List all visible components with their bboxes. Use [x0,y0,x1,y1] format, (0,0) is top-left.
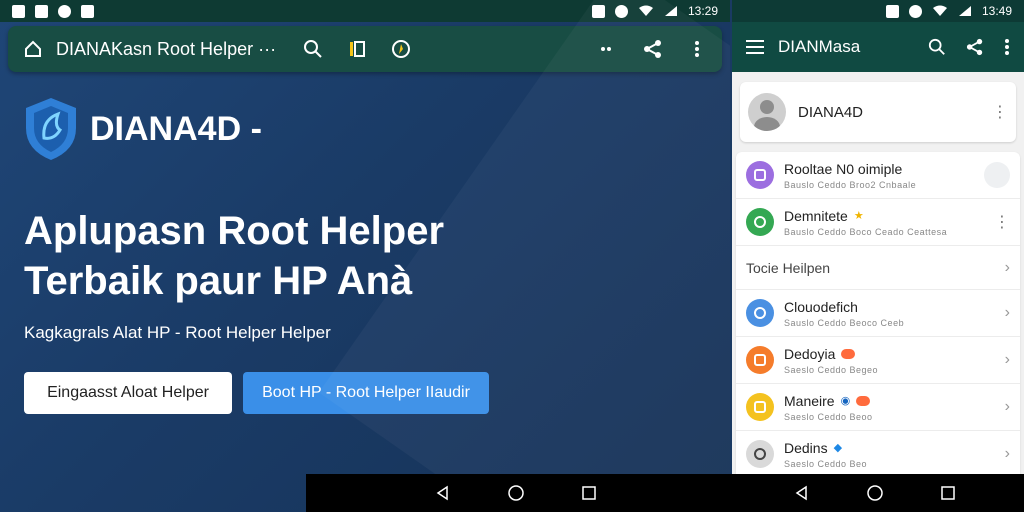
list-item-subtitle: Sauslo Ceddo Beoco Ceeb [784,317,905,328]
list-item[interactable]: Maneire ◉ Saeslo Ceddo Beoo › [736,384,1020,431]
chevron-right-icon: › [1004,258,1010,276]
list-item-subtitle: Saeslo Ceddo Beo [784,458,868,469]
search-icon[interactable] [302,38,324,60]
top-app-bar: DIANAKasn Root Helper ··· [8,26,722,72]
avatar [748,93,786,131]
chevron-right-icon: › [1004,304,1010,321]
more-horizontal-icon[interactable] [598,38,620,60]
list-item-title-row: Maneire ◉ [784,393,995,409]
share-icon[interactable] [642,38,664,60]
search-icon[interactable] [928,38,946,56]
list-item-title-row: Demnitete ★ [784,208,984,224]
section-title: Tocie Heilpen [746,259,831,276]
list-item[interactable]: Demnitete ★ Bauslo Ceddo Boco Ceado Ceatt… [736,199,1020,246]
app-bar-title: DIANAKasn Root Helper ··· [56,38,277,59]
profile-card[interactable]: DIANA4D ⋮ [740,82,1016,142]
hero-line-1: Aplupasn Root Helper [24,209,445,253]
status-icons-left [12,4,94,18]
list-item[interactable]: Clouodefich Sauslo Ceddo Beoco Ceeb › [736,290,1020,337]
recents-icon[interactable] [580,484,598,502]
wifi-icon [638,5,653,16]
brand: DIANA4D - [24,96,262,162]
alarm-icon [614,4,628,18]
list-item-title-row: Dedins ◆ [784,440,995,456]
share-icon[interactable] [966,38,984,56]
signal-icon [664,6,677,16]
primary-cta-button[interactable]: Eingaasst Aloat Helper [24,372,232,414]
messenger-icon [58,4,71,18]
signal-badge-icon: ◆ [833,442,843,454]
status-bar: 13:29 [0,0,730,22]
list-item-subtitle: Saeslo Ceddo Begeo [784,364,879,375]
right-pane: 13:49 DIANMasa DIANA4D ⋮ Rooltae N0 oimi… [732,0,1024,474]
star-badge-icon: ★ [853,210,864,222]
right-app-bar: DIANMasa [732,22,1024,72]
profile-name: DIANA4D [798,103,864,121]
folder-icon [746,346,774,374]
list-item[interactable]: Dedins ◆ Saeslo Ceddo Beo › [736,431,1020,474]
more-vertical-icon[interactable]: ⋮ [994,212,1010,232]
list-item[interactable]: Dedoyia Saeslo Ceddo Begeo › [736,337,1020,384]
mail-icon [81,4,94,18]
list-item-title: Rooltae N0 oimiple [784,160,903,177]
menu-list: Rooltae N0 oimiple Bauslo Ceddo Broo2 Cn… [736,152,1020,474]
chevron-right-icon: › [1004,445,1010,462]
compass-icon[interactable] [390,38,412,60]
list-item-title: Clouodefich [784,298,858,315]
home-nav-icon[interactable] [866,484,884,502]
back-icon[interactable] [793,484,811,502]
overflow-menu-icon[interactable] [1004,38,1010,56]
settings-icon [908,4,922,18]
system-nav-bar [306,474,1024,512]
signal-icon [958,6,971,16]
list-item-title: Maneire [784,392,835,409]
hero-subtitle: Kagkagrals Alat HP - Root Helper Helper [24,323,331,342]
status-icons-right-2: 13:49 [885,4,1012,18]
book-icon[interactable] [346,38,368,60]
shield-check-icon [746,208,774,236]
wifi-icon [932,5,947,16]
chevron-right-icon: › [1004,351,1010,368]
section-header[interactable]: Tocie Heilpen › [736,246,1020,290]
recents-icon[interactable] [939,484,957,502]
document-icon [746,161,774,189]
circle-badge-icon: ◉ [840,395,851,407]
status-time: 13:49 [981,4,1012,18]
hero-headline: Aplupasn Root Helper Terbaik paur HP Anà [24,206,444,306]
tag-badge-icon [856,395,871,406]
brand-name: DIANA4D - [90,109,262,148]
right-app-bar-title: DIANMasa [778,37,861,56]
overflow-menu-icon[interactable] [686,38,708,60]
camera-icon [746,440,774,468]
list-item-title: Dedins [784,439,828,456]
list-item-subtitle: Bauslo Ceddo Boco Ceado Ceattesa [784,226,948,237]
list-item-title-row: Dedoyia [784,346,995,362]
list-item-title: Dedoyia [784,345,836,362]
cloud-icon [746,299,774,327]
list-item-subtitle: Saeslo Ceddo Beoo [784,411,873,422]
list-item-subtitle: Bauslo Ceddo Broo2 Cnbaale [784,179,917,190]
left-pane: 13:29 DIANAKasn Root Helper ··· DIANA4D … [0,0,730,512]
home-nav-icon[interactable] [507,484,525,502]
nfc-icon [885,4,899,18]
home-icon[interactable] [22,38,44,60]
shield-logo-icon [26,98,76,160]
tag-badge-icon [841,348,856,359]
profile-more-icon[interactable]: ⋮ [992,102,1008,122]
hero-line-2: Terbaik paur HP Anà [24,259,413,303]
status-icons-right: 13:29 [591,4,718,18]
status-bar-right: 13:49 [732,0,1024,22]
list-item[interactable]: Rooltae N0 oimiple Bauslo Ceddo Broo2 Cn… [736,152,1020,199]
notification-icon [12,4,25,18]
back-icon[interactable] [434,484,452,502]
nfc-icon [591,4,605,18]
toggle-circle-icon[interactable] [984,162,1010,188]
hamburger-menu-icon[interactable] [746,40,764,54]
chevron-right-icon: › [1004,398,1010,415]
status-time: 13:29 [687,4,718,18]
archive-icon [746,393,774,421]
list-item-title: Demnitete [784,207,848,224]
gallery-icon [35,4,48,18]
secondary-cta-button[interactable]: Boot HP - Root Helper IIaudir [243,372,489,414]
